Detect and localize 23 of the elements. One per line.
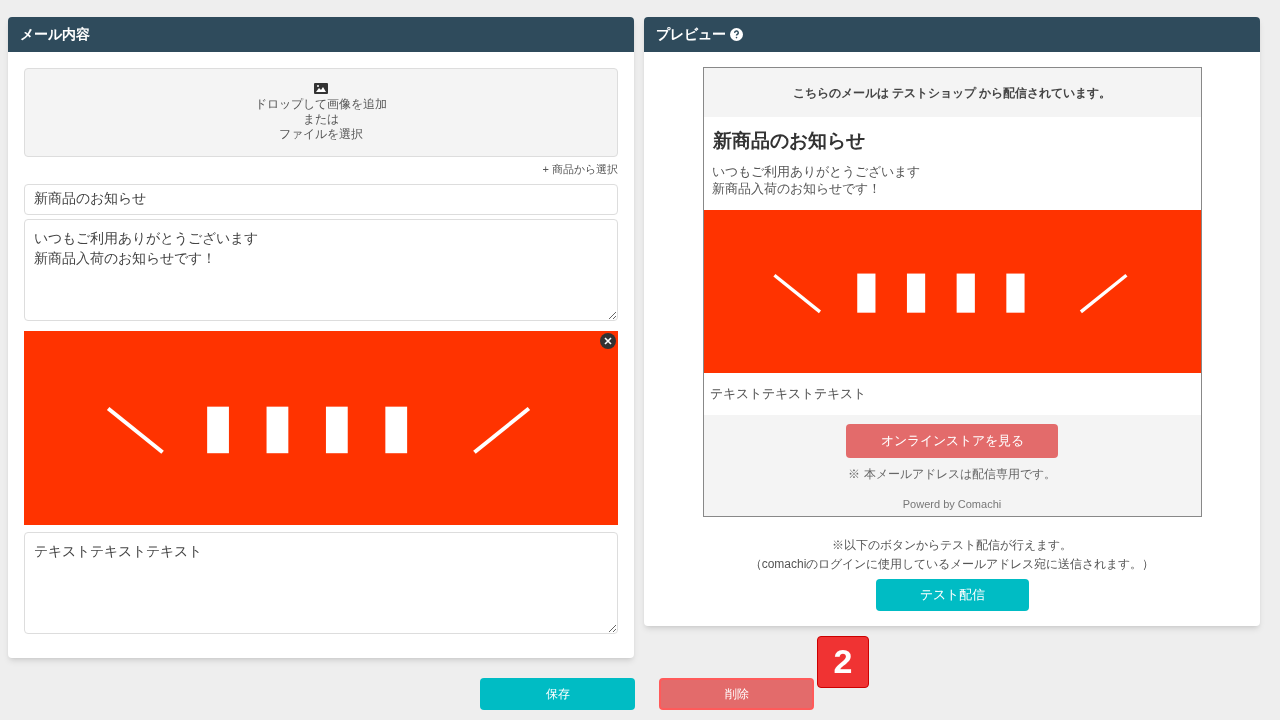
preview-text: テキストテキストテキスト: [709, 384, 866, 403]
select-from-products-link[interactable]: + 商品から選択: [542, 161, 618, 178]
help-icon[interactable]: [730, 28, 743, 41]
subject-input[interactable]: 新商品のお知らせ: [24, 183, 618, 215]
dropzone-text: または: [303, 112, 339, 127]
no-reply-note: ※ 本メールアドレスは配信専用です。: [848, 465, 1056, 483]
panel-title: メール内容: [20, 25, 90, 44]
test-send-note: ※以下のボタンからテスト配信が行えます。: [832, 537, 1072, 554]
preview-heading: 新商品のお知らせ: [711, 129, 866, 153]
panel-title: プレビュー: [656, 25, 726, 44]
preview-body-line: 新商品入荷のお知らせです！: [711, 179, 882, 197]
test-send-subnote: （comachiのログインに使用しているメールアドレス宛に送信されます。）: [749, 556, 1155, 573]
dropzone-text: ファイルを選択: [279, 127, 363, 142]
text-textarea[interactable]: テキストテキストテキスト: [24, 531, 618, 634]
image-icon: [314, 83, 328, 94]
body-textarea[interactable]: いつもご利用ありがとうございます 新商品入荷のお知らせです！: [24, 218, 618, 321]
dropzone-text: ドロップして画像を追加: [255, 97, 387, 112]
step-badge: 2: [817, 635, 869, 688]
close-icon: [604, 336, 612, 345]
image-dropzone[interactable]: ドロップして画像を追加 または ファイルを選択: [24, 68, 618, 157]
powered-by-text: Powerd by Comachi: [902, 496, 1002, 512]
sender-notice: こちらのメールは テストショップ から配信されています。: [792, 84, 1112, 102]
preview-body-line: いつもご利用ありがとうございます: [711, 162, 921, 180]
